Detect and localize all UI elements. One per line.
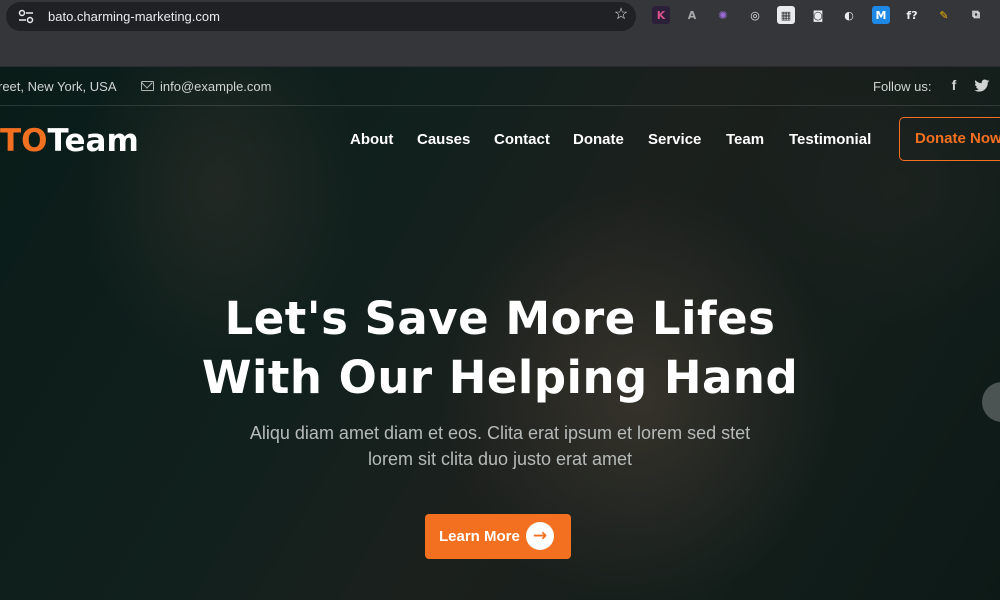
- nav-team[interactable]: Team: [726, 131, 764, 148]
- grid-extension-icon[interactable]: ▦: [777, 6, 795, 24]
- topbar-divider: [0, 105, 1000, 106]
- bookmarks-area: [0, 33, 1000, 67]
- site-logo[interactable]: TOTeam: [0, 123, 139, 159]
- carousel-next-button[interactable]: [982, 382, 1000, 422]
- topbar-address: reet, New York, USA: [0, 79, 117, 94]
- facebook-icon[interactable]: f: [946, 77, 962, 93]
- nav-donate[interactable]: Donate: [573, 131, 624, 148]
- donate-now-button[interactable]: Donate Now: [899, 117, 1000, 161]
- address-bar[interactable]: bato.charming-marketing.com ☆: [6, 2, 636, 31]
- logo-accent: TO: [0, 123, 48, 159]
- puzzle-gear-icon[interactable]: ✺: [714, 6, 732, 24]
- function-icon[interactable]: f?: [903, 6, 921, 24]
- learn-more-label: Learn More: [439, 528, 520, 545]
- m-extension-icon[interactable]: M: [872, 6, 890, 24]
- hero-subtext-line2: lorem sit clita duo justo erat amet: [367, 449, 633, 469]
- nav-causes[interactable]: Causes: [417, 131, 470, 148]
- browser-toolbar: bato.charming-marketing.com ☆ K A ✺ ◎ ▦ ◙ ◐ Mf?…: [0, 0, 1000, 67]
- pencil-extension-icon[interactable]: ✎: [935, 6, 953, 24]
- twitter-icon[interactable]: [974, 79, 990, 93]
- a-extension-icon[interactable]: A: [683, 6, 701, 24]
- puzzle-icon[interactable]: ⧉: [967, 6, 985, 24]
- bookmark-star-icon[interactable]: ☆: [611, 5, 631, 25]
- nav-contact[interactable]: Contact: [494, 131, 550, 148]
- hero-section: reet, New York, USA info@example.com Fol…: [0, 67, 1000, 600]
- nav-service[interactable]: Service: [648, 131, 701, 148]
- hero-subtext-line1: Aliqu diam amet diam et eos. Clita erat …: [249, 423, 751, 443]
- topbar-email[interactable]: info@example.com: [160, 79, 271, 94]
- site-settings-icon[interactable]: [18, 9, 34, 24]
- follow-us-label: Follow us:: [873, 79, 932, 94]
- target-icon[interactable]: ◎: [746, 6, 764, 24]
- camera-icon[interactable]: ◙: [809, 6, 827, 24]
- mail-icon: [141, 81, 154, 91]
- nav-about[interactable]: About: [350, 131, 393, 148]
- arrow-right-icon: →: [526, 522, 554, 550]
- hero-headline-line1: Let's Save More Lifes: [224, 292, 776, 345]
- url-text[interactable]: bato.charming-marketing.com: [48, 9, 220, 24]
- k-extension-icon[interactable]: K: [652, 6, 670, 24]
- hero-headline-line2: With Our Helping Hand: [201, 351, 799, 404]
- nav-testimonial[interactable]: Testimonial: [789, 131, 871, 148]
- logo-main: Team: [47, 123, 139, 159]
- circle-extension-icon[interactable]: ◐: [840, 6, 858, 24]
- learn-more-button[interactable]: Learn More →: [425, 514, 571, 559]
